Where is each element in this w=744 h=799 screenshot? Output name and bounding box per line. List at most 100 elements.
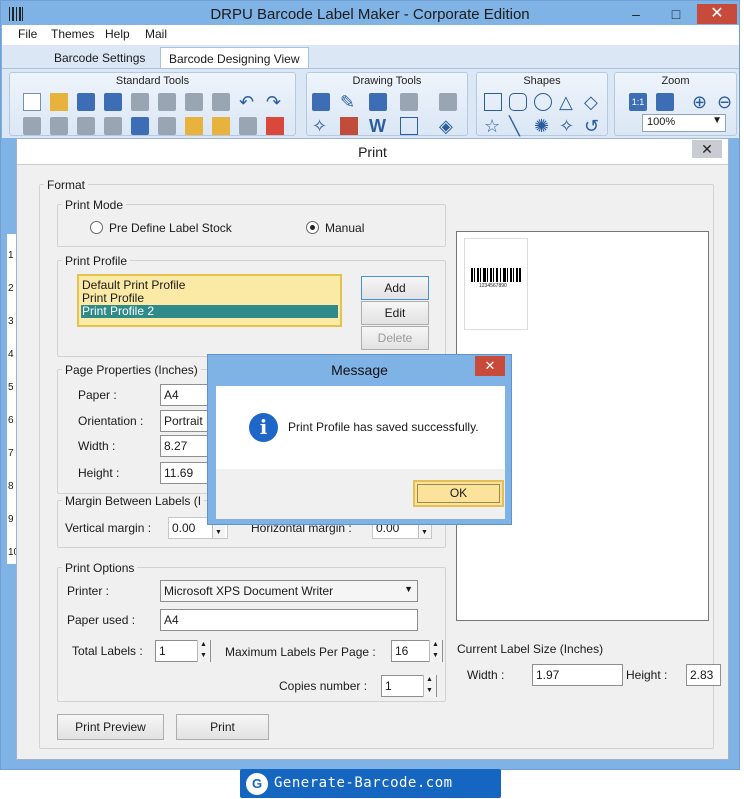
printer-select[interactable]: Microsoft XPS Document Writer ▼ (160, 580, 418, 602)
ellipse-icon[interactable] (534, 93, 552, 111)
message-text: Print Profile has saved successfully. (288, 420, 479, 434)
predefine-radio[interactable] (90, 221, 103, 234)
grid-icon[interactable] (131, 117, 149, 135)
new-icon[interactable] (23, 93, 41, 111)
frame-icon[interactable] (400, 117, 418, 135)
batch-icon[interactable] (185, 117, 203, 135)
actual-size-icon[interactable]: 1:1 (629, 93, 647, 111)
max-labels-stepper[interactable]: ▲ ▼ (429, 640, 442, 662)
picture-library-icon[interactable] (439, 93, 457, 111)
rounded-rectangle-icon[interactable] (509, 93, 527, 111)
diamond-icon[interactable]: ◇ (584, 93, 598, 111)
menu-themes[interactable]: Themes (51, 27, 94, 41)
label-width-field[interactable]: 1.97 (532, 664, 623, 686)
label-size-legend: Current Label Size (Inches) (454, 642, 607, 656)
generate-barcode-banner[interactable]: G Generate-Barcode.com (240, 769, 501, 798)
standard-tools-group: Standard Tools ↶ ↷ (9, 72, 296, 136)
line-icon[interactable]: ╲ (509, 117, 520, 135)
starburst-icon[interactable]: ✺ (534, 117, 549, 135)
signature-icon[interactable]: ✧ (312, 117, 327, 135)
barcode-image (471, 268, 521, 282)
paper-used-label: Paper used : (67, 613, 136, 627)
lock-icon[interactable] (77, 117, 95, 135)
unlock-icon[interactable] (104, 117, 122, 135)
ruler-mark: 6 (8, 415, 14, 426)
width-label: Width : (78, 439, 116, 453)
add-profile-button[interactable]: Add (361, 276, 429, 300)
page-properties-legend: Page Properties (Inches) (62, 363, 201, 377)
redo-icon[interactable]: ↷ (266, 93, 281, 111)
minimize-button[interactable]: – (621, 4, 651, 24)
print-dialog-close-button[interactable]: ✕ (692, 140, 722, 158)
ok-button[interactable]: OK (413, 480, 504, 507)
message-close-button[interactable]: ✕ (475, 356, 505, 376)
barcode-tool-icon[interactable] (400, 93, 418, 111)
menu-mail[interactable]: Mail (145, 27, 167, 41)
barcode-text: 1234567890 (479, 283, 507, 289)
text-tool-icon[interactable] (312, 93, 330, 111)
zoom-in-icon[interactable]: ⊕ (692, 93, 707, 111)
format-legend: Format (44, 178, 89, 192)
arc-icon[interactable]: ↺ (584, 117, 599, 135)
print-profile-legend: Print Profile (62, 254, 131, 268)
export-icon[interactable] (266, 117, 284, 135)
watermark-icon[interactable]: W (369, 117, 386, 135)
ruler-mark: 9 (8, 514, 14, 525)
delete-icon[interactable] (212, 93, 230, 111)
paper-label: Paper : (78, 388, 117, 402)
menu-help[interactable]: Help (105, 27, 130, 41)
print-profile-list[interactable]: Default Print Profile Print Profile Prin… (77, 274, 342, 327)
chevron-down-icon: ▼ (712, 115, 722, 126)
rectangle-icon[interactable] (484, 93, 502, 111)
list-item-selected[interactable]: Print Profile 2 (81, 305, 338, 318)
save-icon[interactable] (77, 93, 95, 111)
ok-button-label: OK (417, 484, 500, 503)
color-fill-icon[interactable]: ◈ (439, 117, 453, 135)
message-dialog: Message ✕ i Print Profile has saved succ… (207, 354, 512, 525)
close-button[interactable]: ✕ (697, 4, 737, 24)
library-icon[interactable] (340, 117, 358, 135)
label-height-label: Height : (626, 668, 668, 682)
copy-icon[interactable] (131, 93, 149, 111)
undo-icon[interactable]: ↶ (239, 93, 254, 111)
open-icon[interactable] (50, 93, 68, 111)
print-preview-button[interactable]: Print Preview (57, 714, 164, 740)
margin-legend: Margin Between Labels (I (62, 494, 205, 508)
pen-icon[interactable]: ✎ (340, 93, 355, 111)
max-labels-label: Maximum Labels Per Page : (225, 645, 376, 659)
delete-profile-button[interactable]: Delete (361, 326, 429, 350)
bring-front-icon[interactable] (50, 117, 68, 135)
tab-barcode-designing-view[interactable]: Barcode Designing View (160, 47, 309, 69)
cut-icon[interactable] (185, 93, 203, 111)
four-point-star-icon[interactable]: ✧ (559, 117, 574, 135)
edit-profile-button[interactable]: Edit (361, 301, 429, 325)
label-height-field[interactable]: 2.83 (686, 664, 721, 686)
image-icon[interactable] (369, 93, 387, 111)
maximize-button[interactable]: □ (661, 4, 691, 24)
print-icon[interactable] (239, 117, 257, 135)
send-back-icon[interactable] (23, 117, 41, 135)
total-labels-stepper[interactable]: ▲ ▼ (197, 640, 210, 662)
zoom-select[interactable]: 100% ▼ (642, 114, 726, 132)
copies-stepper[interactable]: ▲ ▼ (423, 675, 436, 697)
generate-barcode-logo: G (246, 773, 268, 795)
database-icon[interactable] (158, 117, 176, 135)
tab-strip: Barcode Settings Barcode Designing View (2, 45, 739, 69)
email-icon[interactable] (212, 117, 230, 135)
fit-page-icon[interactable] (656, 93, 674, 111)
print-button[interactable]: Print (176, 714, 269, 740)
paper-used-field[interactable]: A4 (160, 609, 418, 631)
manual-radio[interactable] (306, 221, 319, 234)
save-as-icon[interactable] (104, 93, 122, 111)
vertical-margin-label: Vertical margin : (65, 521, 152, 535)
max-labels-value: 16 (395, 644, 409, 658)
menu-file[interactable]: File (18, 27, 37, 41)
triangle-icon[interactable]: △ (559, 93, 573, 111)
height-label: Height : (78, 466, 120, 480)
star-icon[interactable]: ☆ (484, 117, 500, 135)
zoom-out-icon[interactable]: ⊖ (717, 93, 732, 111)
print-options-legend: Print Options (62, 561, 138, 575)
label-width-label: Width : (467, 668, 505, 682)
paste-icon[interactable] (158, 93, 176, 111)
tab-barcode-settings[interactable]: Barcode Settings (46, 47, 153, 69)
